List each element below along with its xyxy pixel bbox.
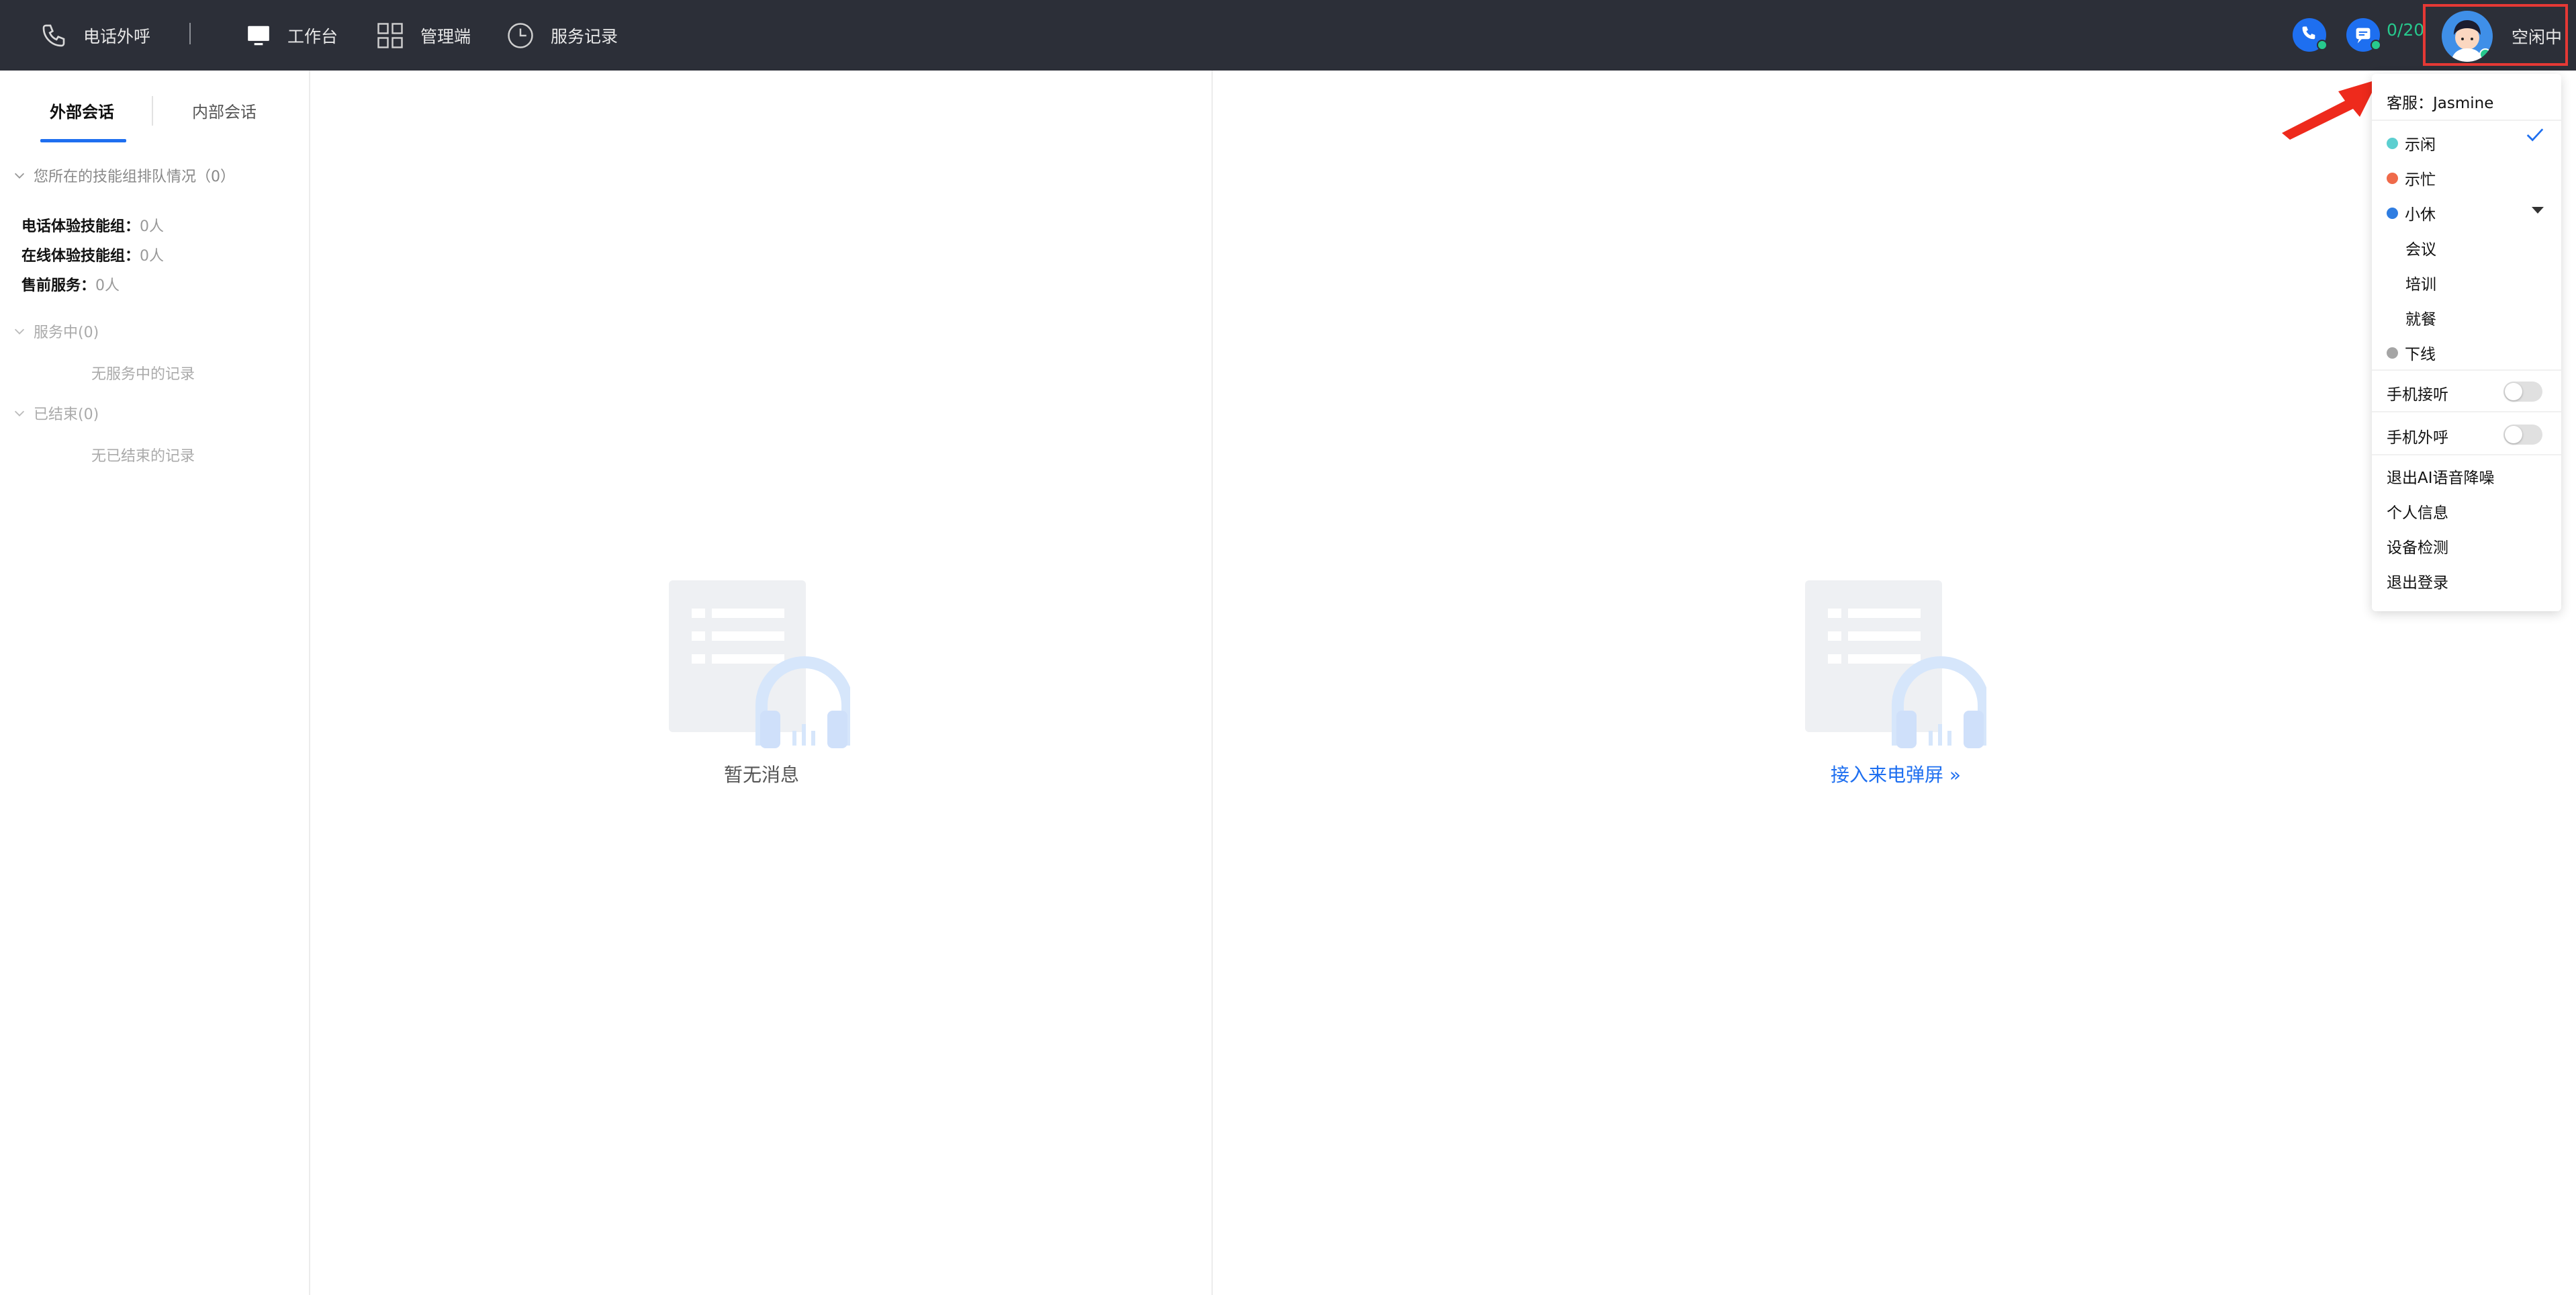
incoming-call-illustration xyxy=(1805,580,1986,748)
nav-service-records[interactable]: 服务记录 xyxy=(506,0,618,71)
menu-divider xyxy=(2372,411,2561,412)
in-service-empty-note: 无服务中的记录 xyxy=(91,366,195,383)
status-dot xyxy=(2387,347,2398,359)
finished-empty-note: 无已结束的记录 xyxy=(91,448,195,465)
mobile-answer-toggle[interactable] xyxy=(2503,382,2542,402)
status-option-break[interactable]: 小休 xyxy=(2387,202,2436,224)
queue-section-title: 您所在的技能组排队情况（0） xyxy=(34,169,235,185)
agent-status-dropdown: 客服：Jasmine 示闲 示忙 小休 会议 培训 就餐 下线 手机接听 手机外… xyxy=(2372,74,2561,611)
monitor-icon xyxy=(248,26,269,45)
status-option-offline[interactable]: 下线 xyxy=(2387,341,2436,364)
in-service-section-title: 服务中(0) xyxy=(34,324,99,341)
queue-row-value: 0人 xyxy=(140,248,165,265)
menu-personal-info[interactable]: 个人信息 xyxy=(2387,500,2448,523)
toggle-knob xyxy=(2505,383,2522,400)
nav-service-records-label: 服务记录 xyxy=(551,26,618,46)
caret-down-icon[interactable] xyxy=(2532,207,2544,214)
online-dot xyxy=(2317,40,2328,50)
menu-divider xyxy=(2372,369,2561,371)
status-option-available[interactable]: 示闲 xyxy=(2387,132,2436,154)
queue-row-label: 售前服务： xyxy=(21,277,96,294)
finished-section-title: 已结束(0) xyxy=(34,406,99,423)
top-navigation-bar: 电话外呼 工作台 管理端 服务记录 0/20 空闲中 xyxy=(0,0,2576,71)
break-option-meal[interactable]: 就餐 xyxy=(2405,306,2436,329)
status-dot xyxy=(2387,207,2398,219)
menu-logout[interactable]: 退出登录 xyxy=(2387,570,2448,592)
chevron-down-icon xyxy=(14,410,25,416)
nav-workbench-label: 工作台 xyxy=(287,26,338,46)
agent-status-menu-trigger[interactable]: 空闲中 xyxy=(2423,4,2568,66)
break-option-meeting[interactable]: 会议 xyxy=(2405,236,2436,259)
status-option-label: 小休 xyxy=(2405,206,2436,224)
mobile-call-toggle[interactable] xyxy=(2503,425,2542,445)
call-out-label: 电话外呼 xyxy=(83,26,151,46)
status-option-label: 示忙 xyxy=(2405,171,2436,189)
mobile-call-label: 手机外呼 xyxy=(2387,429,2448,447)
chat-status-button[interactable] xyxy=(2346,18,2381,52)
queue-row-value: 0人 xyxy=(140,218,165,235)
queue-row-label: 电话体验技能组： xyxy=(21,218,140,235)
mobile-answer-label: 手机接听 xyxy=(2387,386,2448,404)
chevron-down-icon xyxy=(14,328,25,334)
status-dot xyxy=(2387,172,2398,184)
agent-name-label: 客服：Jasmine xyxy=(2387,95,2494,112)
incoming-call-popup-link[interactable]: 接入来电弹屏 » xyxy=(1831,760,1961,787)
online-dot xyxy=(2479,48,2491,60)
call-out-button[interactable]: 电话外呼 xyxy=(40,0,150,71)
nav-admin-label: 管理端 xyxy=(420,26,471,46)
panel-divider xyxy=(1211,71,1213,1295)
queue-row: 在线体验技能组：0人 xyxy=(21,244,164,265)
session-sidebar: 外部会话 内部会话 您所在的技能组排队情况（0） 电话体验技能组：0人 在线体验… xyxy=(0,71,310,1295)
chevron-down-icon xyxy=(14,173,25,179)
status-option-label: 示闲 xyxy=(2405,136,2436,154)
status-dot xyxy=(2387,137,2398,149)
session-counter: 0/20 xyxy=(2387,20,2425,40)
queue-row: 售前服务：0人 xyxy=(21,273,120,295)
status-option-busy[interactable]: 示忙 xyxy=(2387,167,2436,189)
phone-icon xyxy=(42,24,65,46)
finished-section-header[interactable]: 已结束(0) xyxy=(12,402,99,424)
break-option-training[interactable]: 培训 xyxy=(2405,271,2436,294)
menu-divider xyxy=(2372,454,2561,455)
nav-admin[interactable]: 管理端 xyxy=(376,0,471,71)
clock-icon xyxy=(508,22,533,48)
tab-internal-sessions[interactable]: 内部会话 xyxy=(192,99,257,122)
toggle-knob xyxy=(2505,426,2522,443)
status-option-label: 下线 xyxy=(2405,346,2436,363)
menu-device-check[interactable]: 设备检测 xyxy=(2387,535,2448,557)
empty-message-illustration xyxy=(669,580,850,748)
grid-icon xyxy=(377,22,403,48)
menu-divider xyxy=(2372,120,2561,121)
queue-section-header[interactable]: 您所在的技能组排队情况（0） xyxy=(12,165,235,186)
menu-exit-ai-noise-reduction[interactable]: 退出AI语音降噪 xyxy=(2387,465,2495,488)
agent-status-label: 空闲中 xyxy=(2512,28,2563,47)
avatar[interactable] xyxy=(2442,11,2493,62)
queue-row-label: 在线体验技能组： xyxy=(21,248,140,265)
queue-row: 电话体验技能组：0人 xyxy=(21,214,164,236)
tab-external-sessions[interactable]: 外部会话 xyxy=(50,99,114,122)
no-message-label: 暂无消息 xyxy=(724,764,800,786)
in-service-section-header[interactable]: 服务中(0) xyxy=(12,320,99,342)
check-icon xyxy=(2526,128,2544,142)
phone-status-button[interactable] xyxy=(2293,18,2328,52)
red-arrow-annotation-icon xyxy=(2282,79,2379,140)
active-tab-indicator xyxy=(40,139,126,142)
tab-divider xyxy=(152,96,153,126)
nav-workbench[interactable]: 工作台 xyxy=(246,0,338,71)
topbar-divider xyxy=(189,23,191,44)
online-dot xyxy=(2371,40,2381,50)
queue-row-value: 0人 xyxy=(95,277,120,294)
